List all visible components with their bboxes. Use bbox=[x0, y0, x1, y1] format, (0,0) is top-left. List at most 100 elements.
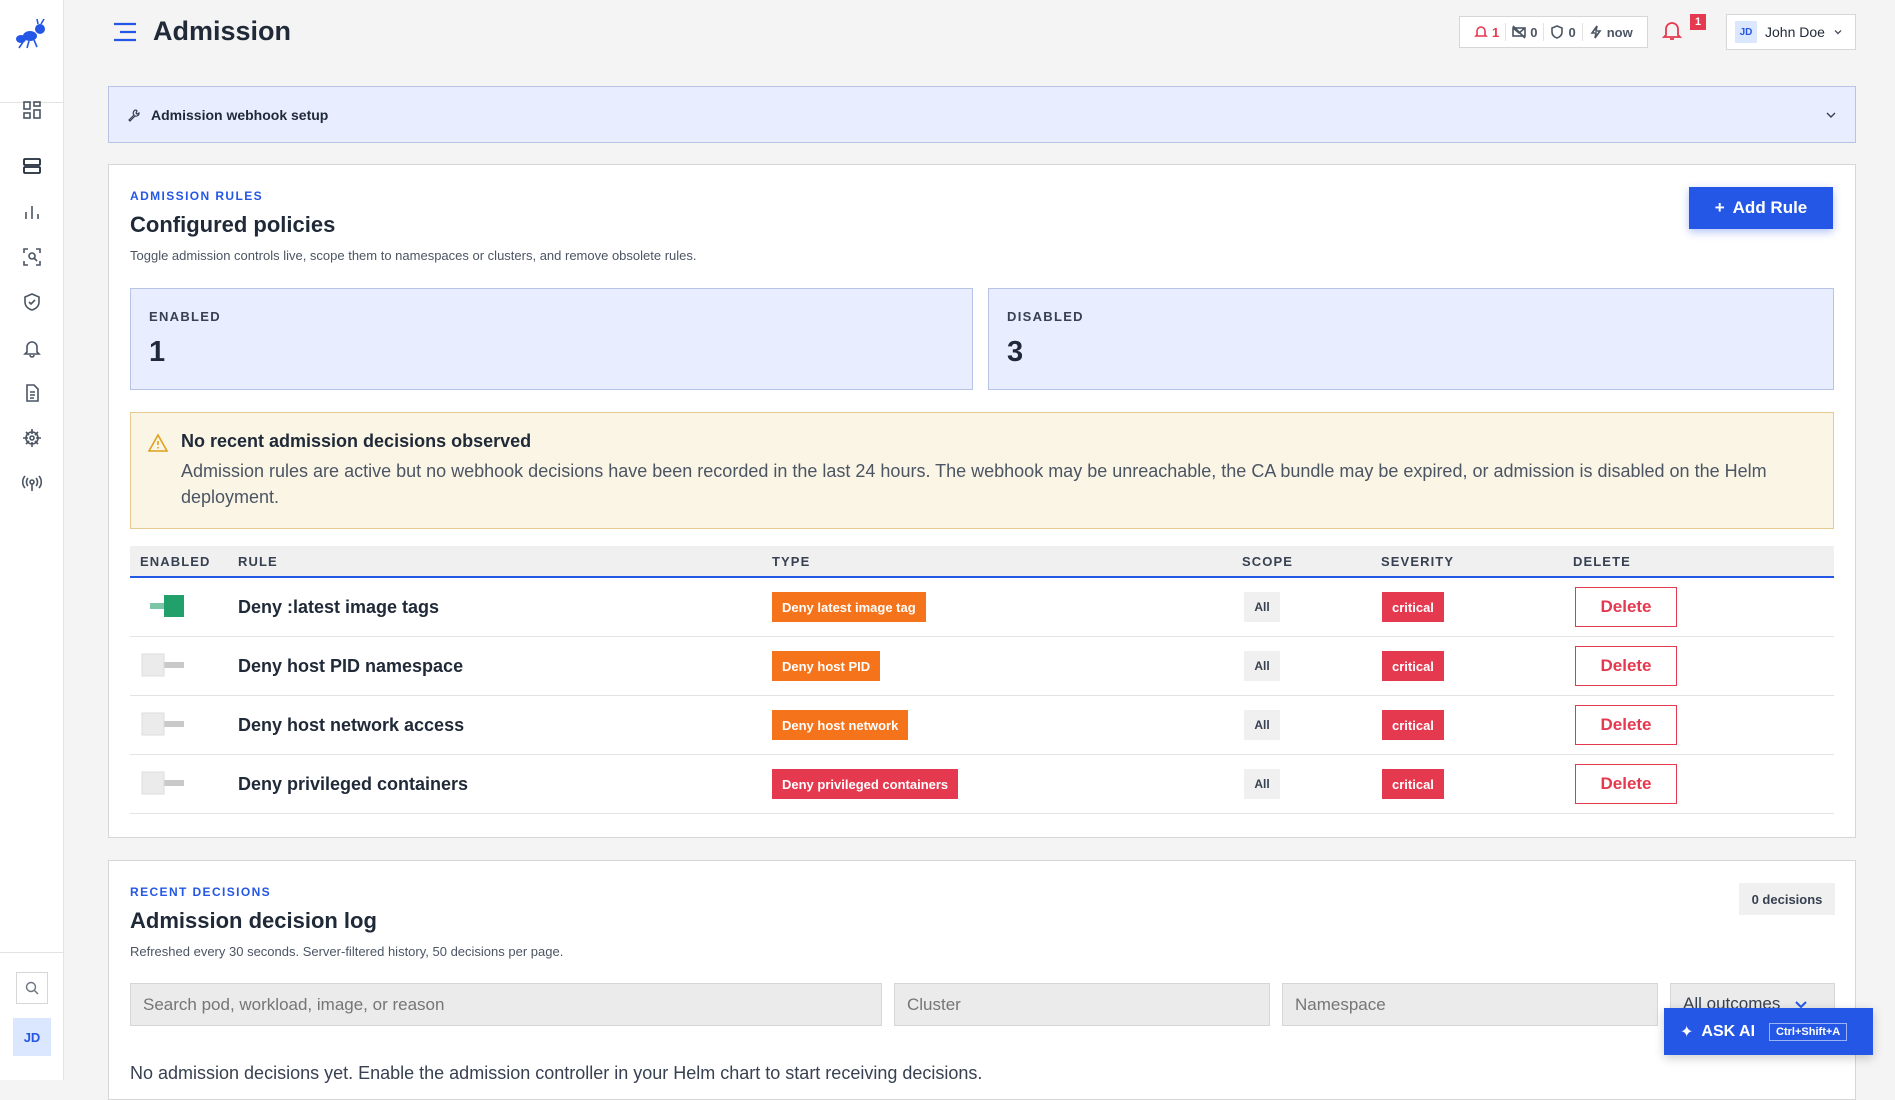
severity-badge: critical bbox=[1382, 592, 1444, 622]
enabled-toggle-off[interactable] bbox=[140, 770, 186, 798]
table-row: Deny privileged containers Deny privileg… bbox=[130, 755, 1834, 814]
sidebar-avatar[interactable]: JD bbox=[13, 1018, 51, 1056]
dashboard-icon[interactable] bbox=[20, 98, 44, 122]
severity-badge: critical bbox=[1382, 769, 1444, 799]
table-header: ENABLED RULE TYPE SCOPE SEVERITY DELETE bbox=[130, 546, 1834, 578]
rule-name: Deny host network access bbox=[238, 714, 465, 735]
shield-count[interactable]: 0 bbox=[1544, 23, 1583, 41]
warning-text: Admission rules are active but no webhoo… bbox=[181, 461, 1767, 507]
section-subtitle: Refreshed every 30 seconds. Server-filte… bbox=[130, 944, 564, 959]
chevron-down-icon bbox=[1834, 30, 1842, 35]
menu-toggle-icon[interactable] bbox=[112, 20, 138, 44]
user-menu-button[interactable]: JD John Doe bbox=[1726, 14, 1856, 50]
webhook-setup-label: Admission webhook setup bbox=[151, 106, 329, 123]
ask-ai-shortcut: Ctrl+Shift+A bbox=[1769, 1022, 1848, 1041]
scope-badge: All bbox=[1244, 769, 1280, 799]
topbar: Admission 1 0 0 now 1 JD John Doe bbox=[64, 0, 1895, 66]
last-updated[interactable]: now bbox=[1583, 23, 1639, 41]
broadcast-icon[interactable] bbox=[20, 471, 44, 495]
ask-ai-button[interactable]: ✦ ASK AI Ctrl+Shift+A bbox=[1664, 1008, 1873, 1055]
warning-title: No recent admission decisions observed bbox=[181, 431, 532, 451]
section-subtitle: Toggle admission controls live, scope th… bbox=[130, 248, 697, 263]
section-title: Configured policies bbox=[130, 212, 336, 237]
enabled-count-card: ENABLED 1 bbox=[130, 288, 973, 390]
section-title: Admission decision log bbox=[130, 908, 377, 933]
warning-icon bbox=[148, 433, 168, 452]
sidebar-divider bbox=[0, 952, 63, 953]
enabled-toggle-off[interactable] bbox=[140, 711, 186, 739]
delete-rule-button[interactable]: Delete bbox=[1575, 646, 1677, 686]
rule-name: Deny :latest image tags bbox=[238, 596, 440, 617]
decision-count-badge: 0 decisions bbox=[1739, 883, 1835, 915]
table-body: Deny :latest image tags Deny latest imag… bbox=[130, 578, 1834, 814]
no-decisions-warning: No recent admission decisions observed A… bbox=[130, 412, 1834, 529]
chevron-down-icon bbox=[1826, 112, 1836, 118]
rule-name: Deny host PID namespace bbox=[238, 655, 464, 676]
scan-icon[interactable] bbox=[20, 245, 44, 269]
chart-icon[interactable] bbox=[20, 200, 44, 224]
search-icon bbox=[25, 981, 39, 995]
message-count[interactable]: 0 bbox=[1506, 23, 1545, 41]
severity-badge: critical bbox=[1382, 651, 1444, 681]
table-row: Deny host network access Deny host netwo… bbox=[130, 696, 1834, 755]
page-title: Admission bbox=[153, 16, 292, 46]
delete-rule-button[interactable]: Delete bbox=[1575, 705, 1677, 745]
scope-badge: All bbox=[1244, 710, 1280, 740]
type-badge: Deny host PID bbox=[772, 651, 881, 681]
webhook-setup-panel[interactable]: Admission webhook setup bbox=[108, 86, 1856, 143]
admission-rules-panel: ADMISSION RULES Configured policies Togg… bbox=[108, 164, 1856, 838]
servers-icon[interactable] bbox=[20, 154, 44, 178]
add-rule-button[interactable]: + Add Rule bbox=[1689, 187, 1833, 229]
disabled-label: DISABLED bbox=[1007, 309, 1084, 324]
severity-badge: critical bbox=[1382, 710, 1444, 740]
delete-rule-button[interactable]: Delete bbox=[1575, 587, 1677, 627]
bell-icon[interactable] bbox=[20, 336, 44, 360]
sidebar-search-button[interactable] bbox=[16, 972, 48, 1004]
avatar: JD bbox=[1735, 21, 1757, 43]
shield-icon bbox=[1551, 25, 1564, 39]
decision-log-panel: RECENT DECISIONS Admission decision log … bbox=[108, 860, 1856, 1100]
search-input[interactable] bbox=[130, 983, 882, 1026]
col-type: TYPE bbox=[772, 554, 811, 569]
wrench-icon bbox=[128, 108, 140, 122]
delete-rule-button[interactable]: Delete bbox=[1575, 764, 1677, 804]
cluster-filter-input[interactable] bbox=[894, 983, 1270, 1026]
add-rule-label: Add Rule bbox=[1732, 198, 1808, 217]
document-icon[interactable] bbox=[20, 381, 44, 405]
notification-bell-icon[interactable] bbox=[1660, 18, 1688, 46]
enabled-label: ENABLED bbox=[149, 309, 221, 324]
bell-icon bbox=[1474, 26, 1488, 37]
disabled-count-card: DISABLED 3 bbox=[988, 288, 1834, 390]
ant-logo-icon[interactable] bbox=[13, 16, 51, 54]
type-badge: Deny latest image tag bbox=[772, 592, 926, 622]
shield-icon[interactable] bbox=[20, 290, 44, 314]
helm-icon[interactable] bbox=[20, 426, 44, 450]
table-row: Deny :latest image tags Deny latest imag… bbox=[130, 578, 1834, 637]
rules-table: ENABLED RULE TYPE SCOPE SEVERITY DELETE … bbox=[130, 546, 1834, 814]
table-row: Deny host PID namespace Deny host PID Al… bbox=[130, 637, 1834, 696]
lightning-icon bbox=[1590, 25, 1602, 39]
enabled-toggle-off[interactable] bbox=[140, 652, 186, 680]
col-enabled: ENABLED bbox=[140, 554, 211, 569]
section-eyebrow: ADMISSION RULES bbox=[130, 189, 264, 203]
empty-state-text: No admission decisions yet. Enable the a… bbox=[130, 1063, 983, 1083]
scope-badge: All bbox=[1244, 592, 1280, 622]
namespace-filter-input[interactable] bbox=[1282, 983, 1658, 1026]
type-badge: Deny host network bbox=[772, 710, 909, 740]
col-scope: SCOPE bbox=[1242, 554, 1294, 569]
status-summary[interactable]: 1 0 0 now bbox=[1459, 16, 1648, 48]
col-rule: RULE bbox=[238, 554, 278, 569]
mail-off-icon bbox=[1512, 25, 1527, 39]
disabled-count: 3 bbox=[1007, 336, 1024, 368]
rule-name: Deny privileged containers bbox=[238, 773, 469, 794]
plus-icon: + bbox=[1714, 198, 1725, 217]
section-eyebrow: RECENT DECISIONS bbox=[130, 885, 272, 899]
type-badge: Deny privileged containers bbox=[772, 769, 959, 799]
ask-ai-label: ASK AI bbox=[1701, 1022, 1756, 1040]
alert-count[interactable]: 1 bbox=[1468, 23, 1507, 41]
col-severity: SEVERITY bbox=[1381, 554, 1455, 569]
scope-badge: All bbox=[1244, 651, 1280, 681]
sidebar: JD bbox=[0, 0, 64, 1080]
notification-badge: 1 bbox=[1690, 14, 1706, 30]
enabled-toggle-on[interactable] bbox=[140, 593, 186, 621]
